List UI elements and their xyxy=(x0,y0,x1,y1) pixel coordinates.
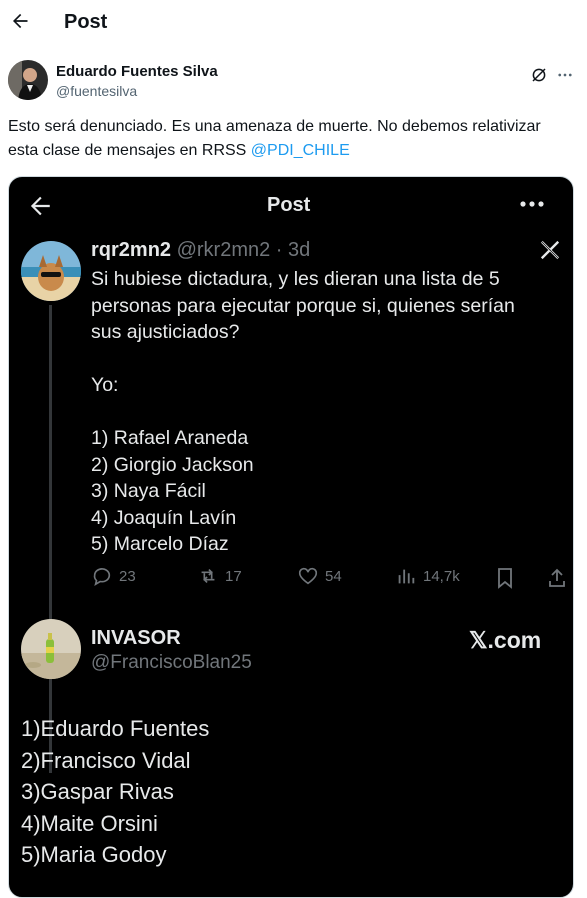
thread-line xyxy=(49,305,52,773)
like-count: 54 xyxy=(297,565,342,587)
more-icon xyxy=(558,73,572,77)
post-text: Esto será denunciado. Es una amenaza de … xyxy=(8,115,573,163)
x-logo-icon xyxy=(540,240,560,260)
avatar-image xyxy=(8,60,48,100)
like-count-text: 54 xyxy=(325,567,342,585)
top-bar: Post xyxy=(0,0,587,46)
reply-avatar xyxy=(21,619,81,679)
heart-icon xyxy=(298,567,318,585)
quoted-body: Si hubiese dictadura, y les dieran una l… xyxy=(91,268,515,555)
quoted-handle-time: @rkr2mn2 · 3d xyxy=(176,239,311,261)
view-count: 14,7k xyxy=(395,565,460,587)
author-avatar[interactable] xyxy=(8,60,48,100)
author-handle[interactable]: @fuentesilva xyxy=(56,83,137,99)
page-title: Post xyxy=(64,11,108,33)
reply-count-text: 23 xyxy=(119,567,136,585)
xcom-watermark: 𝕏.com xyxy=(469,627,542,653)
reply-count: 23 xyxy=(91,565,136,587)
quoted-actions: 23 17 54 14,7k xyxy=(91,565,565,591)
arrow-left-icon xyxy=(13,13,28,29)
bookmark-icon xyxy=(498,568,512,589)
more-button[interactable] xyxy=(554,64,576,86)
screenshot-header-title: Post xyxy=(267,194,311,216)
post-author-row: Eduardo Fuentes Silva @fuentesilva xyxy=(8,60,578,104)
more-icon xyxy=(520,201,544,207)
beach-avatar-image xyxy=(21,619,81,679)
dog-avatar-image xyxy=(21,241,81,301)
mention-link[interactable]: @PDI_CHILE xyxy=(251,142,350,159)
share-icon xyxy=(549,568,565,587)
repost-count: 17 xyxy=(197,565,242,587)
quoted-header: rqr2mn2 @rkr2mn2 · 3d xyxy=(91,239,310,262)
reply-name: INVASOR xyxy=(91,627,181,649)
reply-body: 1)Eduardo Fuentes 2)Francisco Vidal 3)Ga… xyxy=(21,716,210,867)
grok-icon xyxy=(532,68,546,82)
quoted-avatar xyxy=(21,241,81,301)
attached-screenshot[interactable]: Post rqr2mn2 @rkr2mn2 · 3d Si hubiese di… xyxy=(8,176,574,898)
quoted-name: rqr2mn2 xyxy=(91,239,172,261)
back-button[interactable] xyxy=(6,7,34,35)
reply-handle: @FranciscoBlan25 xyxy=(91,652,252,673)
arrow-left-icon xyxy=(30,196,50,216)
views-icon xyxy=(398,569,415,584)
repost-icon xyxy=(201,568,215,584)
view-count-text: 14,7k xyxy=(423,567,460,585)
grok-button[interactable] xyxy=(528,64,550,86)
repost-count-text: 17 xyxy=(225,567,242,585)
author-name[interactable]: Eduardo Fuentes Silva xyxy=(56,63,218,80)
reply-icon xyxy=(93,568,111,586)
